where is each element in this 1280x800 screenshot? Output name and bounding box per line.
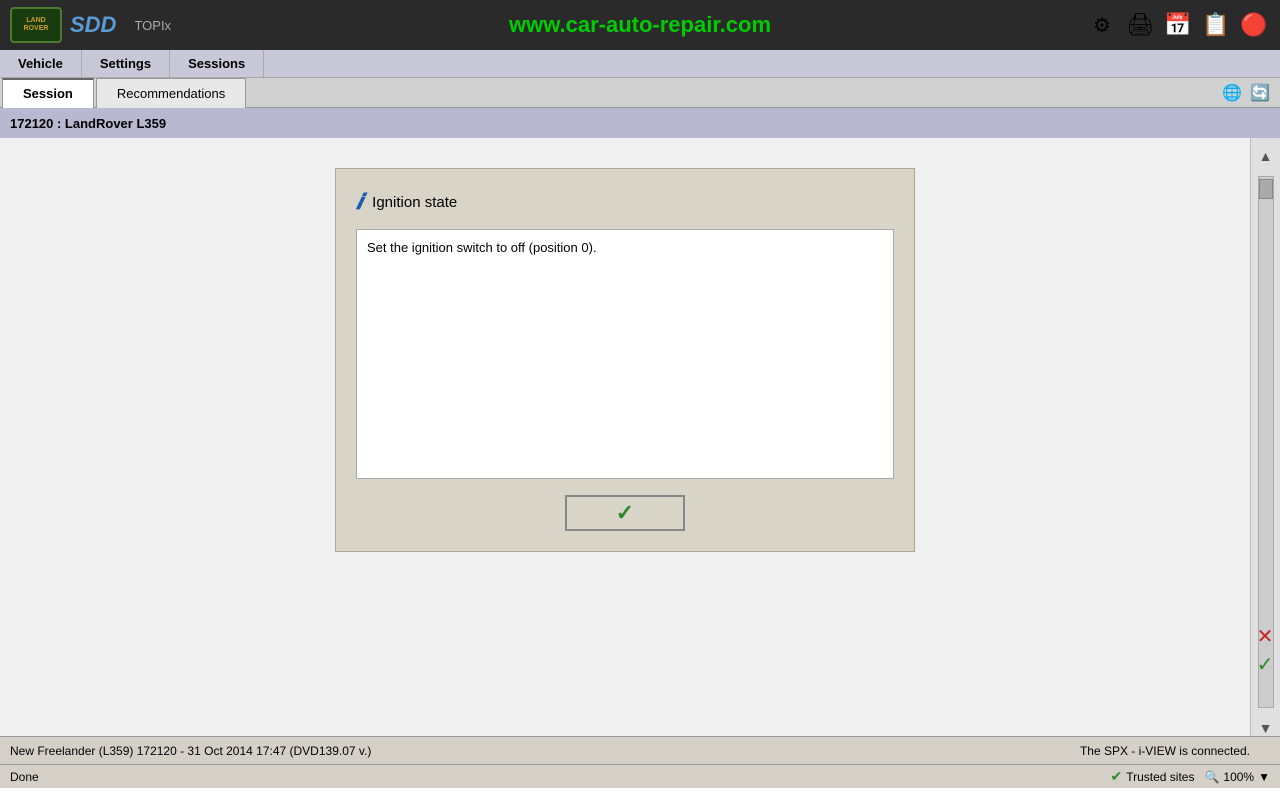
dialog-header: 𝒊 Ignition state xyxy=(356,189,894,215)
land-rover-logo: LANDROVER xyxy=(10,7,62,43)
topix-label: TOPIx xyxy=(134,18,171,33)
status-text: New Freelander (L359) 172120 - 31 Oct 20… xyxy=(10,744,1080,758)
zoom-icon: 🔍 xyxy=(1204,770,1219,784)
confirm-action-icon[interactable]: ✓ xyxy=(1253,652,1277,676)
browser-status-bar: Done ✔ Trusted sites 🔍 100% ▼ xyxy=(0,764,1280,788)
ignition-dialog: 𝒊 Ignition state Set the ignition switch… xyxy=(335,168,915,552)
gear-icon[interactable]: ⚙ xyxy=(1086,9,1118,41)
settings-button[interactable]: Settings xyxy=(82,50,170,78)
zoom-area[interactable]: 🔍 100% ▼ xyxy=(1204,770,1270,784)
note-icon[interactable]: 📋 xyxy=(1200,9,1232,41)
dialog-content-box: Set the ignition switch to off (position… xyxy=(356,229,894,479)
spx-status-text: The SPX - i-VIEW is connected. xyxy=(1080,744,1250,758)
website-url: www.car-auto-repair.com xyxy=(509,12,771,38)
sub-toolbar: Vehicle Settings Sessions xyxy=(0,50,1280,78)
dialog-title: Ignition state xyxy=(372,194,457,211)
network-icon[interactable]: 🌐 xyxy=(1220,81,1244,105)
tab-recommendations[interactable]: Recommendations xyxy=(96,78,246,108)
close-action-icon[interactable]: ✕ xyxy=(1253,624,1277,648)
done-text: Done xyxy=(10,770,1110,784)
right-sidebar: ▲ ▼ ✕ ✓ xyxy=(1250,138,1280,736)
vehicle-button[interactable]: Vehicle xyxy=(0,50,82,78)
sdd-label: SDD xyxy=(70,12,116,38)
nav-right-icons: 🌐 🔄 xyxy=(1220,81,1280,105)
power-icon[interactable]: 🔴 xyxy=(1238,9,1270,41)
trusted-check-icon: ✔ xyxy=(1110,768,1122,785)
scroll-thumb[interactable] xyxy=(1259,179,1273,199)
breadcrumb-text: 172120 : LandRover L359 xyxy=(10,116,166,131)
breadcrumb: 172120 : LandRover L359 xyxy=(0,108,1280,138)
tab-session[interactable]: Session xyxy=(2,78,94,108)
content-area: 𝒊 Ignition state Set the ignition switch… xyxy=(0,138,1250,736)
calendar-icon[interactable]: 📅 xyxy=(1162,9,1194,41)
dialog-content-text: Set the ignition switch to off (position… xyxy=(367,240,597,255)
logo-area: LANDROVER SDD TOPIx xyxy=(10,7,171,43)
scroll-up-button[interactable]: ▲ xyxy=(1258,148,1274,164)
right-actions: ✕ ✓ xyxy=(1250,624,1280,676)
toolbar-icons: ⚙ 🖨 📅 📋 🔴 xyxy=(1086,9,1270,41)
zoom-level: 100% xyxy=(1223,770,1254,784)
trusted-sites-area: ✔ Trusted sites xyxy=(1110,768,1194,785)
trusted-sites-label: Trusted sites xyxy=(1126,770,1194,784)
logo-text: LANDROVER xyxy=(24,17,49,34)
checkmark-icon: ✓ xyxy=(616,500,634,526)
toolbar: LANDROVER SDD TOPIx www.car-auto-repair.… xyxy=(0,0,1280,50)
zoom-dropdown-icon[interactable]: ▼ xyxy=(1258,770,1270,784)
navbar: Session Recommendations 🌐 🔄 xyxy=(0,78,1280,108)
refresh-icon[interactable]: 🔄 xyxy=(1248,81,1272,105)
scroll-down-button[interactable]: ▼ xyxy=(1258,720,1274,736)
info-icon: 𝒊 xyxy=(356,189,362,215)
confirm-button[interactable]: ✓ xyxy=(565,495,685,531)
print-icon[interactable]: 🖨 xyxy=(1124,9,1156,41)
status-bar: New Freelander (L359) 172120 - 31 Oct 20… xyxy=(0,736,1280,764)
sessions-button[interactable]: Sessions xyxy=(170,50,264,78)
main-content: 𝒊 Ignition state Set the ignition switch… xyxy=(0,138,1280,736)
dialog-footer: ✓ xyxy=(356,495,894,531)
